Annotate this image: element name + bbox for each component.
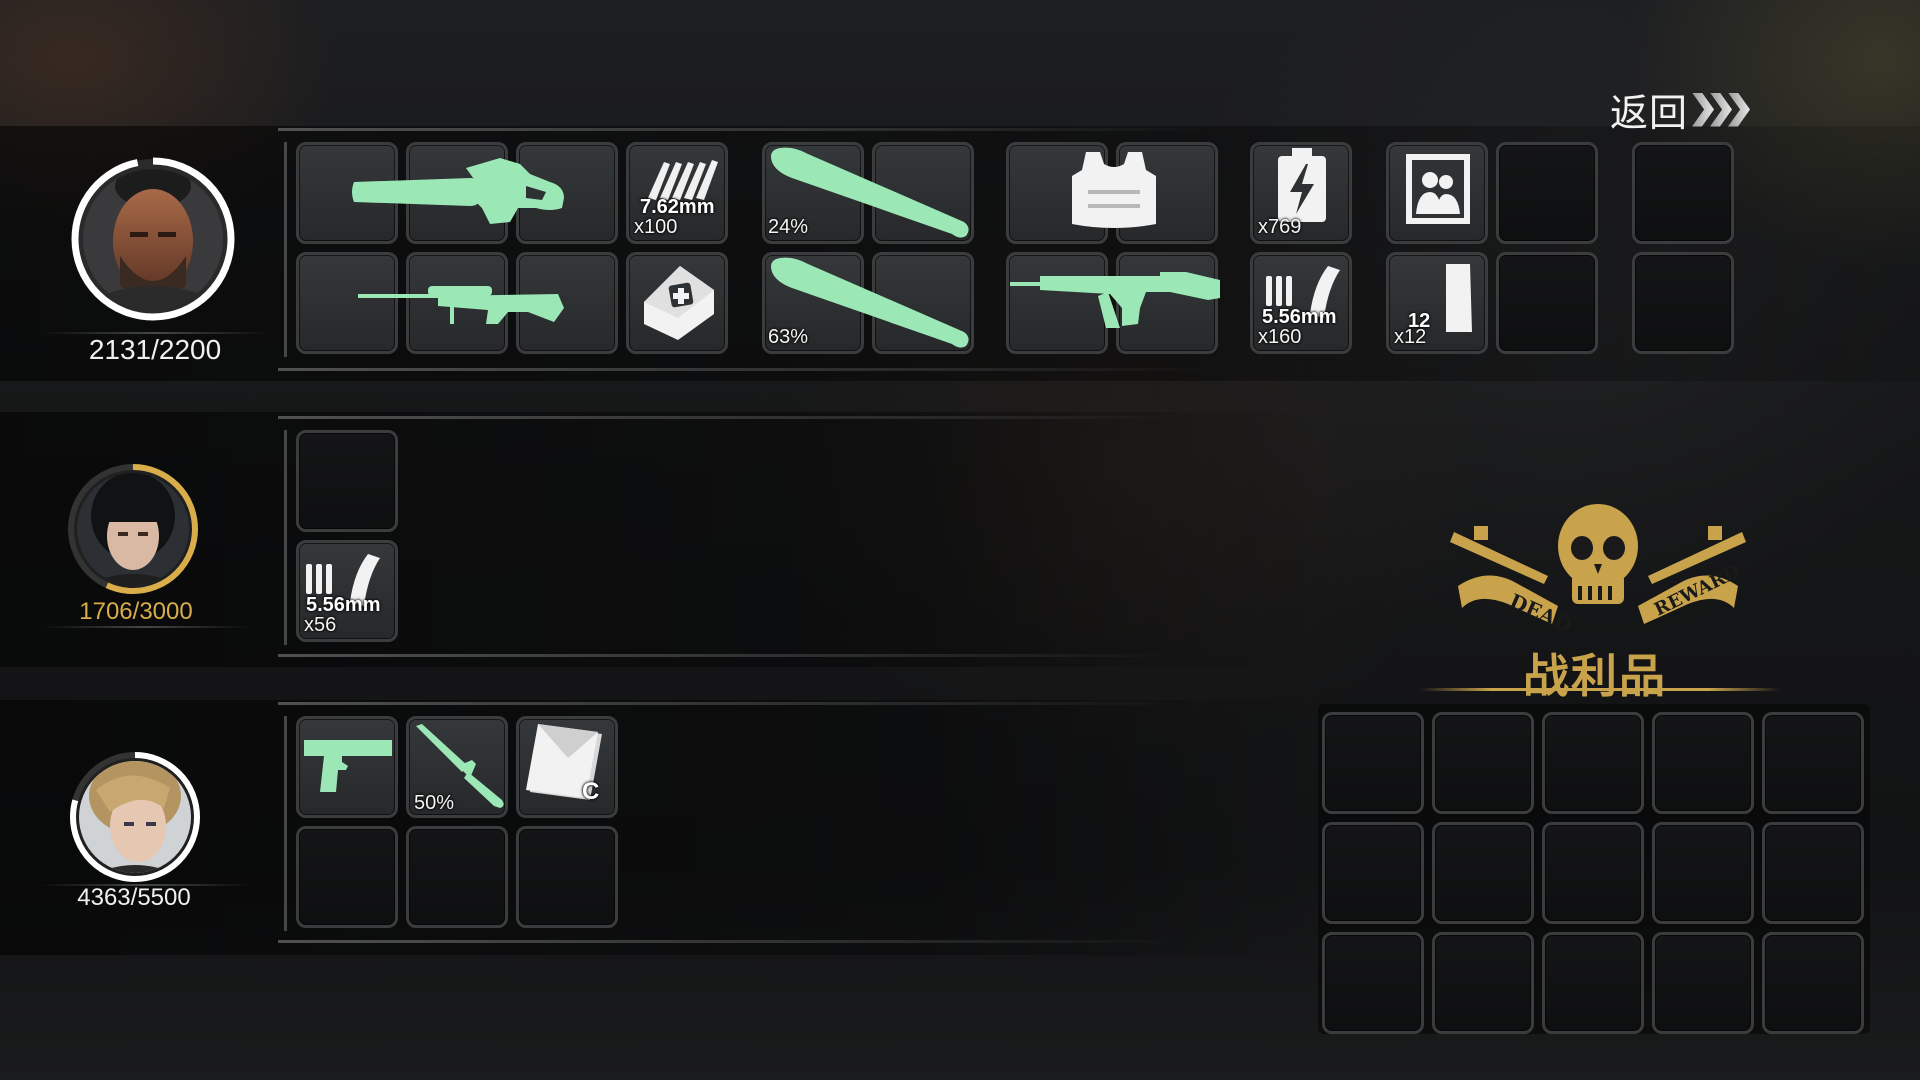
loot-slot[interactable]: [1432, 712, 1534, 814]
battery-count: x769: [1258, 216, 1302, 238]
character-3-hp-rule: [40, 884, 250, 886]
row-3-divider: [284, 716, 287, 931]
dead-reward-emblem: DEAD REWARD: [1450, 504, 1746, 638]
body-armor-icon: [1072, 152, 1156, 228]
character-3-avatar[interactable]: [60, 742, 210, 892]
row-1-divider: [284, 142, 287, 357]
character-2-hp-rule: [40, 626, 250, 628]
loot-slot[interactable]: [1542, 822, 1644, 924]
row-2-divider: [284, 430, 287, 645]
slot-empty[interactable]: [296, 430, 398, 532]
row-1-top-rule: [278, 128, 1218, 131]
slot-empty[interactable]: [516, 826, 618, 928]
row-2-bottom-rule: [278, 654, 1178, 657]
character-3-hp: 4363/5500: [77, 884, 191, 911]
loot-slot[interactable]: [1542, 712, 1644, 814]
loot-slot[interactable]: [1432, 932, 1534, 1034]
loot-slot[interactable]: [1542, 932, 1644, 1034]
pistol-icon: [304, 740, 392, 792]
loot-title-rule: [1420, 688, 1780, 691]
magazine-icon: [1446, 264, 1472, 332]
row-3-top-rule: [278, 702, 1178, 705]
battery-icon: [1278, 148, 1326, 222]
slot-empty[interactable]: [1496, 252, 1598, 354]
loot-slot[interactable]: [1652, 822, 1754, 924]
chevron-right-icon: [1692, 92, 1751, 127]
medkit-icon: [644, 266, 714, 340]
character-1-avatar[interactable]: [60, 146, 246, 332]
back-label: 返回: [1610, 93, 1689, 135]
magazine-count: x12: [1394, 326, 1427, 348]
slot-empty[interactable]: [1632, 142, 1734, 244]
bat-2-durability: 63%: [768, 326, 809, 348]
character-1-hp: 2131/2200: [88, 334, 222, 365]
loot-slot[interactable]: [1652, 932, 1754, 1034]
character-1-hp-rule: [40, 332, 270, 334]
ammo-556-b-count: x56: [304, 614, 337, 636]
loot-slot[interactable]: [1322, 712, 1424, 814]
character-2-hp: 1706/3000: [79, 598, 193, 625]
row-3-bottom-rule: [278, 940, 1178, 943]
loot-slot[interactable]: [1762, 712, 1864, 814]
loot-slot[interactable]: [1652, 712, 1754, 814]
sniper-rifle-icon: [358, 286, 564, 324]
emblem-left-text: DEAD: [1506, 589, 1576, 638]
slot-empty[interactable]: [1632, 252, 1734, 354]
assault-rifle-icon: [1010, 272, 1220, 328]
chainsaw-icon: [352, 158, 564, 224]
bat-1-durability: 24%: [768, 216, 809, 238]
loot-slot[interactable]: [1322, 932, 1424, 1034]
knife-durability: 50%: [414, 792, 455, 814]
loot-slot[interactable]: [1762, 932, 1864, 1034]
ammo-762-count: x100: [634, 216, 678, 238]
loot-title: 战利品: [1523, 650, 1667, 702]
photo-icon: [1406, 154, 1470, 224]
envelope-grade: C: [582, 778, 600, 805]
ammo-556-count: x160: [1258, 326, 1302, 348]
row-2-top-rule: [278, 416, 1178, 419]
slot-empty[interactable]: [296, 826, 398, 928]
character-2-avatar[interactable]: [58, 454, 208, 604]
slot-empty[interactable]: [406, 826, 508, 928]
back-button[interactable]: 返回: [1610, 82, 1751, 137]
slot-empty[interactable]: [1496, 142, 1598, 244]
loot-slot[interactable]: [1432, 822, 1534, 924]
loot-slot[interactable]: [1322, 822, 1424, 924]
loot-slot[interactable]: [1762, 822, 1864, 924]
row-1-bottom-rule: [278, 368, 1218, 371]
